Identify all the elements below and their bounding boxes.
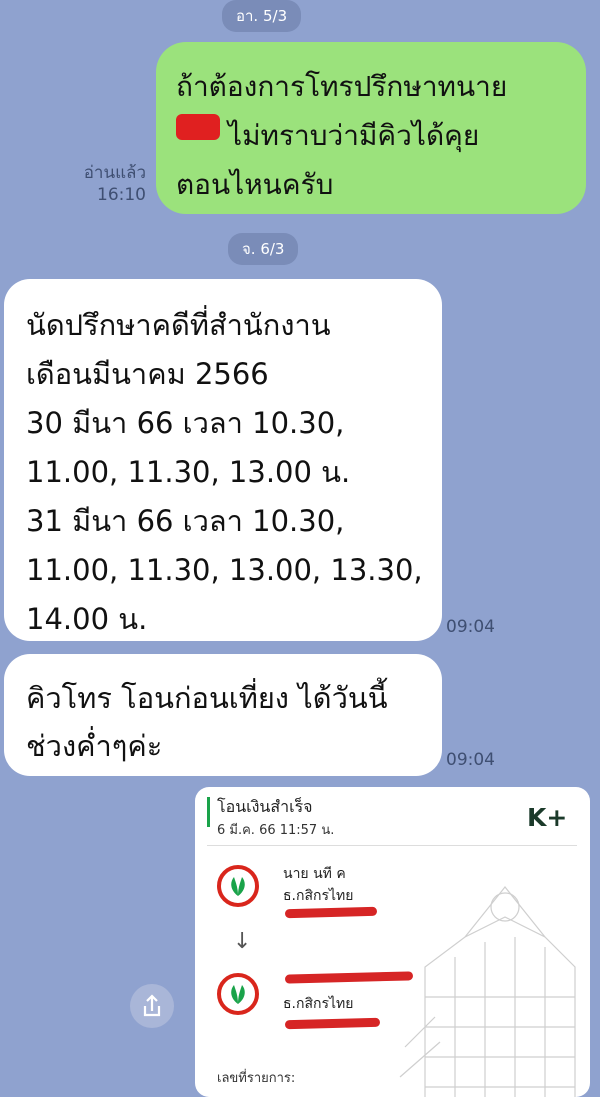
transfer-slip-image[interactable]: โอนเงินสำเร็จ 6 มี.ค. 66 11:57 น. K+ นาย… xyxy=(195,787,590,1097)
date-divider: จ. 6/3 xyxy=(228,233,299,265)
reference-label: เลขที่รายการ: xyxy=(217,1071,296,1086)
building-illustration xyxy=(399,886,576,1097)
message-text-line: 11.00, 11.30, 13.00 น. xyxy=(26,455,351,489)
message-meta: อ่านแล้ว 16:10 xyxy=(60,162,146,206)
leaf-icon xyxy=(231,877,245,896)
outgoing-message-bubble[interactable]: ถ้าต้องการโทรปรึกษาทนาย ไม่ทราบว่ามีคิวไ… xyxy=(156,42,586,214)
share-icon xyxy=(143,994,161,1017)
message-text-line: ถ้าต้องการโทรปรึกษาทนาย xyxy=(176,70,508,103)
message-text-line: นัดปรึกษาคดีที่สำนักงาน xyxy=(26,308,331,342)
message-text-line: 30 มีนา 66 เวลา 10.30, xyxy=(26,406,345,440)
share-button[interactable] xyxy=(130,984,174,1028)
read-receipt: อ่านแล้ว xyxy=(83,163,146,183)
redaction-scribble xyxy=(284,971,414,984)
message-text-line: 14.00 น. xyxy=(26,602,148,636)
message-text-line: ช่วงค่ำๆค่ะ xyxy=(26,729,163,763)
redaction-scribble xyxy=(284,1017,381,1030)
message-text-line: ตอนไหนครับ xyxy=(176,168,334,201)
message-text-line: 31 มีนา 66 เวลา 10.30, xyxy=(26,504,345,538)
message-text-line: 11.00, 11.30, 13.00, 13.30, xyxy=(26,553,423,587)
incoming-message-bubble[interactable]: นัดปรึกษาคดีที่สำนักงาน เดือนมีนาคม 2566… xyxy=(4,279,442,641)
message-time: 16:10 xyxy=(97,185,146,205)
redaction-scribble xyxy=(284,906,378,919)
receiver-bank: ธ.กสิกรไทย xyxy=(283,996,354,1012)
redaction-mark xyxy=(176,114,220,140)
slip-divider xyxy=(207,845,577,846)
message-text-line: เดือนมีนาคม 2566 xyxy=(26,357,269,391)
message-time: 09:04 xyxy=(446,617,495,637)
message-text-line: คิวโทร โอนก่อนเที่ยง ได้วันนี้ xyxy=(26,681,388,715)
incoming-message-bubble[interactable]: คิวโทร โอนก่อนเที่ยง ได้วันนี้ ช่วงค่ำๆค… xyxy=(4,654,442,776)
sender-bank: ธ.กสิกรไทย xyxy=(283,888,354,904)
slip-datetime: 6 มี.ค. 66 11:57 น. xyxy=(217,823,335,838)
leaf-icon xyxy=(231,985,245,1004)
kbank-logo xyxy=(217,865,259,907)
message-time: 09:04 xyxy=(446,750,495,770)
kbank-logo xyxy=(217,973,259,1015)
slip-accent-bar xyxy=(207,797,210,827)
kplus-logo: K+ xyxy=(527,803,568,832)
message-text-line: ไม่ทราบว่ามีคิวได้คุย xyxy=(228,119,480,152)
sender-name: นาย นที ค xyxy=(283,866,346,882)
slip-title: โอนเงินสำเร็จ xyxy=(217,797,313,816)
transfer-arrow: ↓ xyxy=(233,929,252,954)
date-divider: อา. 5/3 xyxy=(222,0,302,32)
